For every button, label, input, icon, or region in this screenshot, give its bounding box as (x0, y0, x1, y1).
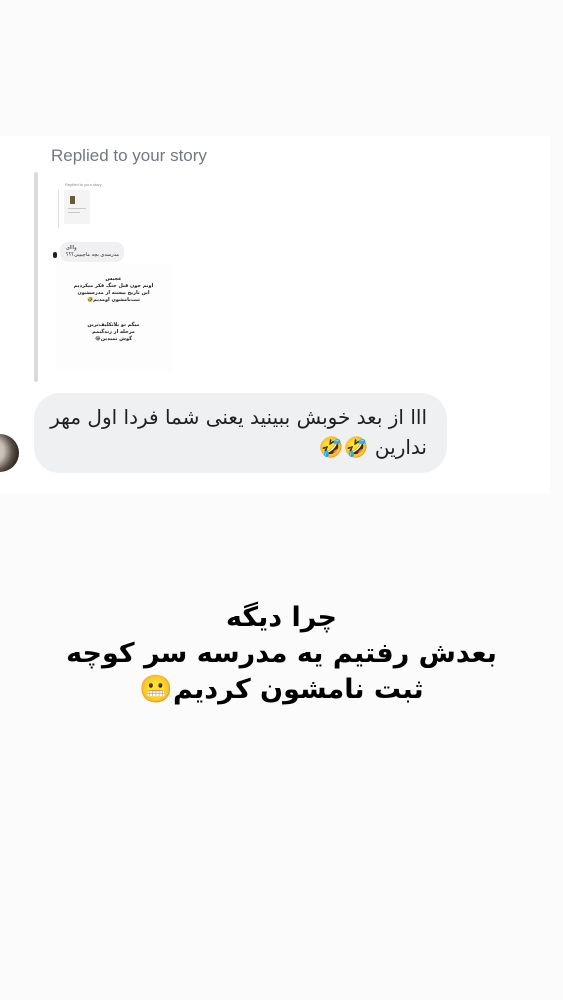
story-caption: چرا دیگه بعدش رفتیم یه مدرسه سر کوچه ثبت… (0, 600, 563, 708)
message-bubble[interactable]: ااا از بعد خوبش ببینید یعنی شما فردا اول… (34, 393, 447, 473)
mini-replied-label: Replied to your story (65, 182, 102, 187)
mini-post-line: گوش نمیدین😂 (94, 336, 133, 342)
mini-quote-bar (58, 190, 59, 228)
mini-story-post: عجبس اونم چون قبل جنگ فکر میکردیم این تا… (56, 264, 171, 370)
sender-avatar[interactable] (0, 434, 19, 472)
mini-story-caption-line (68, 212, 80, 213)
mini-avatar (53, 252, 57, 258)
reply-card: Replied to your story Replied to your st… (0, 136, 550, 494)
message-line: ندارین 🤣🤣 (318, 435, 427, 459)
mini-post-line: عجبس (105, 276, 122, 282)
mini-bubble-line: مدرسه‌ی بچه ماچیییی؟؟؟ (66, 252, 119, 258)
mini-post-line: مرحله از زندگیمم (92, 329, 135, 335)
mini-post-line: ثبت‌نامشون اومدیم🤣 (86, 297, 141, 303)
story-caption-line: چرا دیگه (226, 602, 337, 633)
mini-story-image (70, 196, 75, 204)
replied-to-story-label: Replied to your story (51, 146, 207, 165)
mini-post-line: میگم تو بلاتکلیف‌ترین (87, 322, 140, 328)
mini-post-line: این تاریخ بیسته از مدرسشون (77, 290, 150, 296)
mini-message-bubble: وااای مدرسه‌ی بچه ماچیییی؟؟؟ (60, 242, 124, 262)
mini-story-caption-line (68, 208, 86, 209)
mini-bubble-line: وااای (66, 245, 77, 251)
mini-story-thumb (64, 190, 90, 224)
story-caption-line: ثبت نامشون کردیم😬 (139, 674, 424, 705)
mini-post-line: اونم چون قبل جنگ فکر میکردیم (73, 283, 154, 289)
quote-bar (34, 172, 38, 382)
story-thumbnail[interactable]: Replied to your story وااای مدرسه‌ی بچه … (50, 172, 174, 382)
message-line: ااا از بعد خوبش ببینید یعنی شما فردا اول… (50, 405, 427, 429)
story-caption-line: بعدش رفتیم یه مدرسه سر کوچه (66, 638, 497, 669)
